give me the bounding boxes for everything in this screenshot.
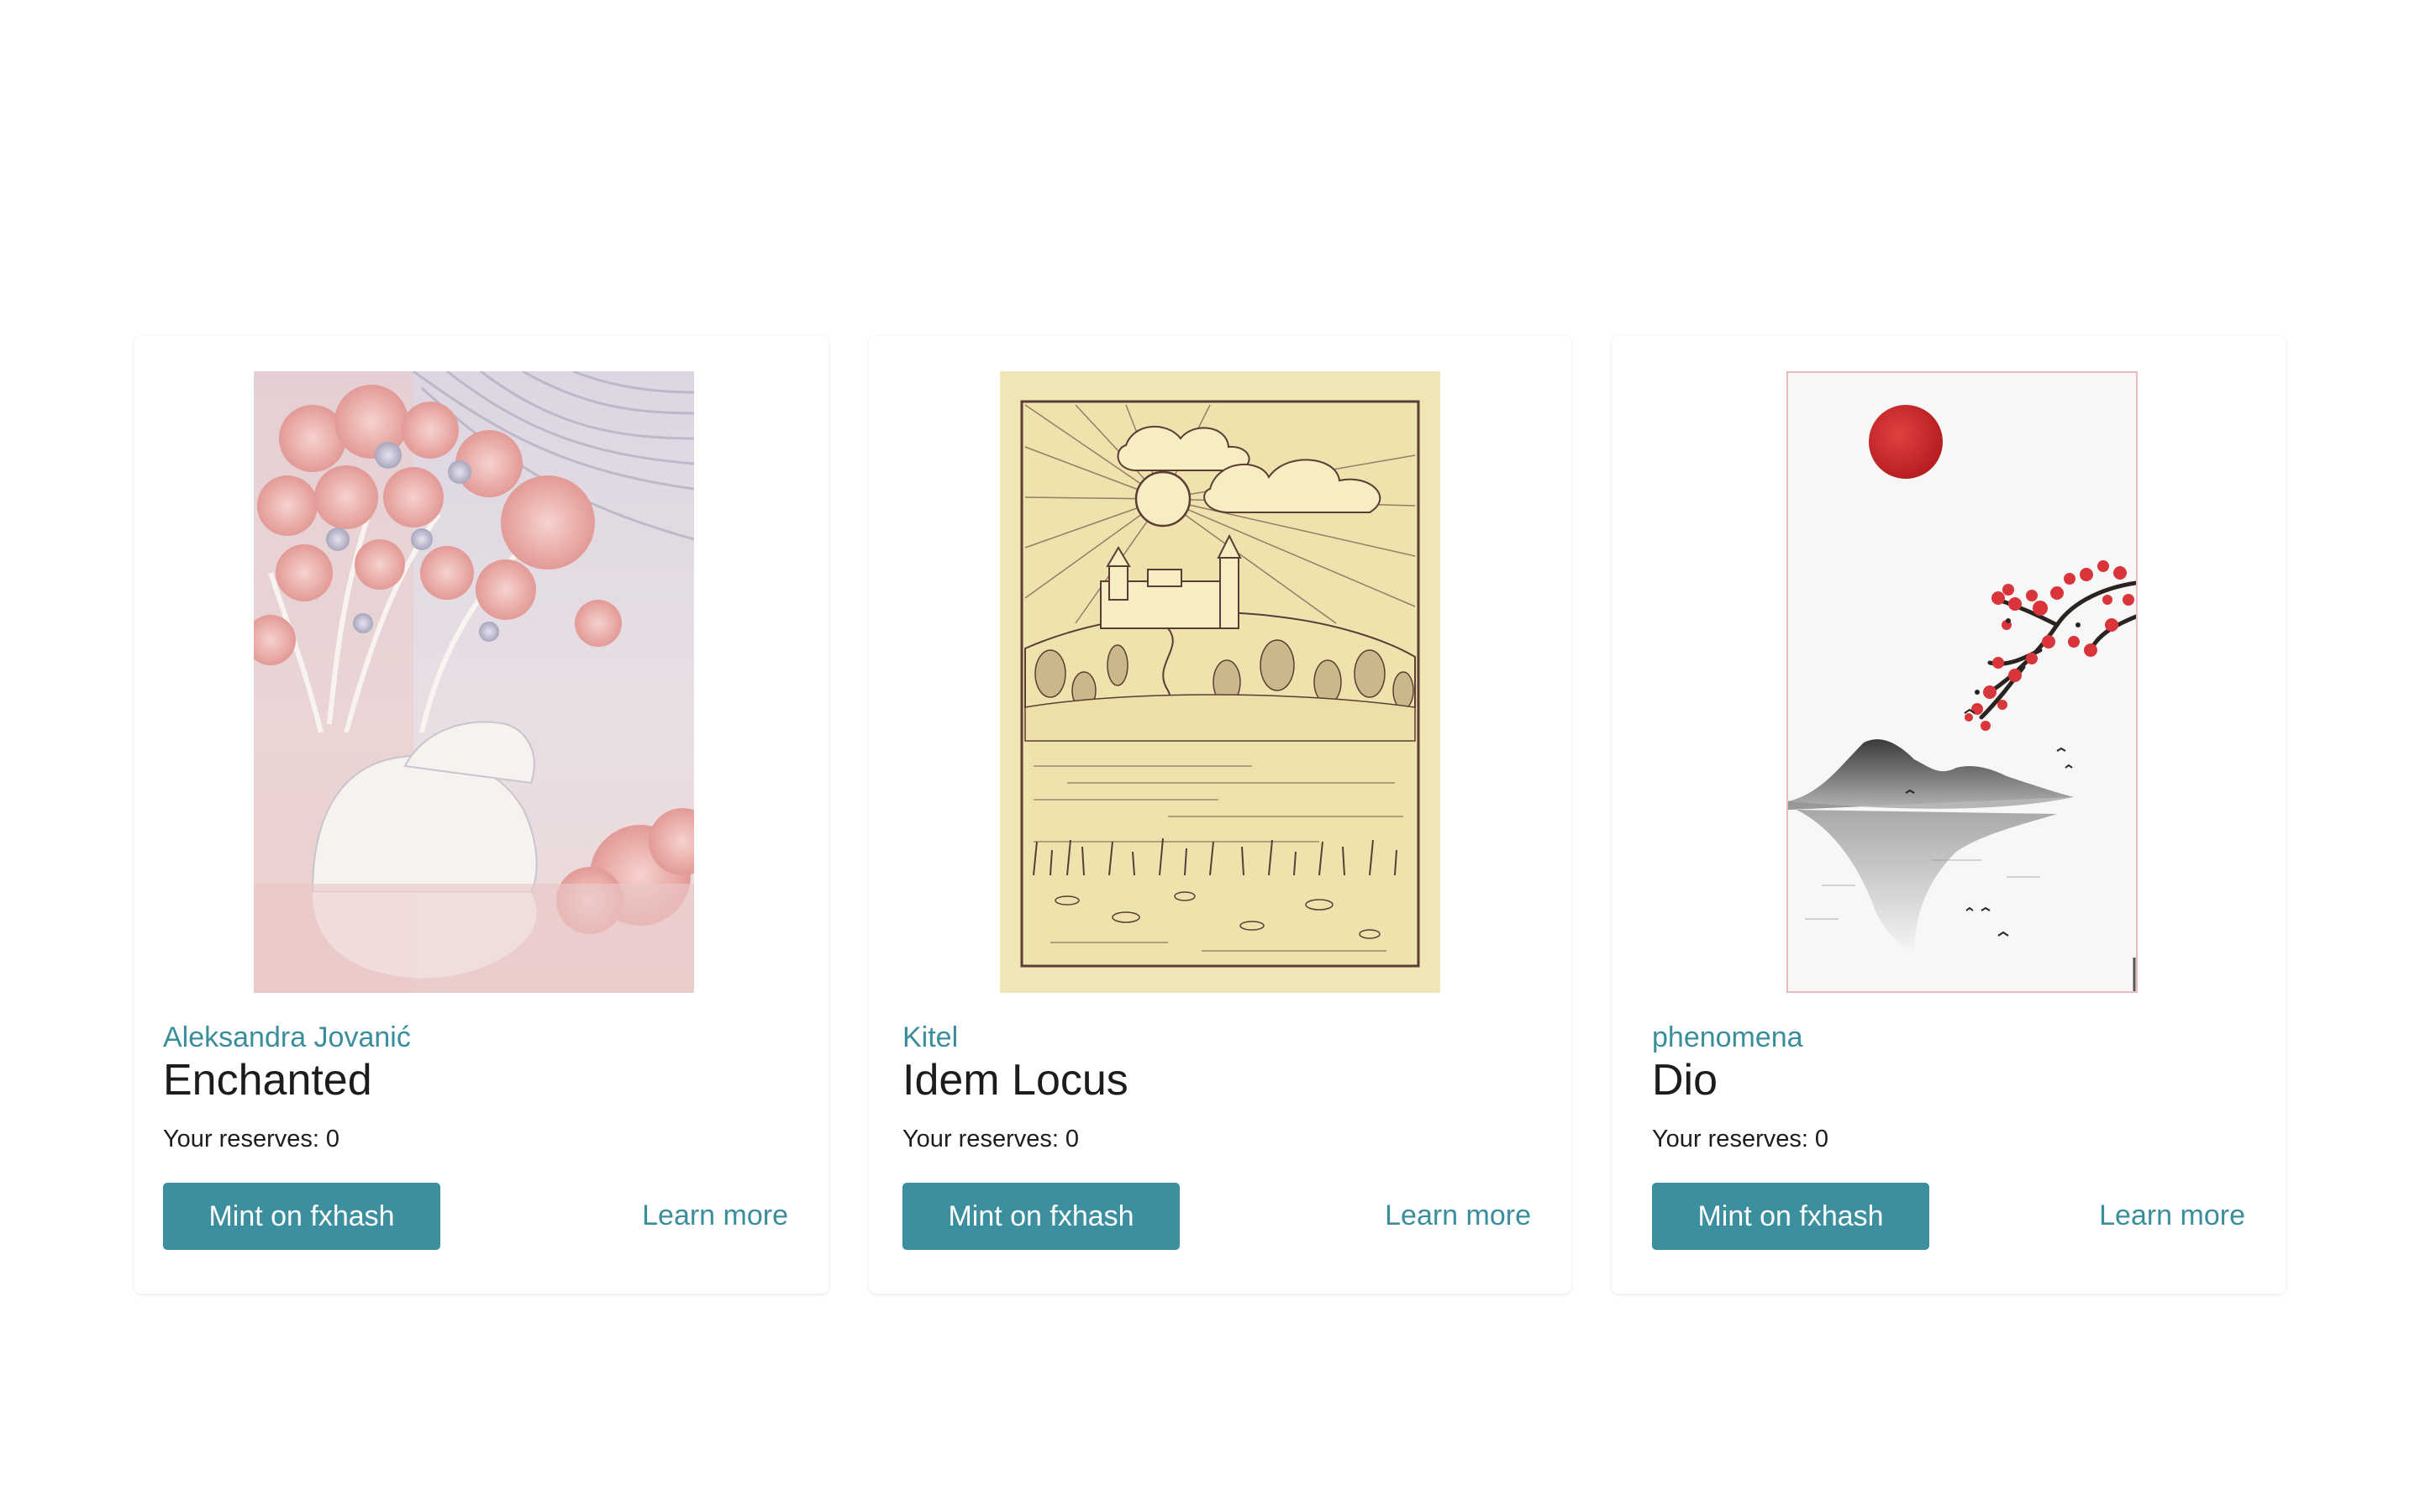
project-title: Idem Locus — [902, 1056, 1128, 1105]
learn-more-link[interactable]: Learn more — [642, 1200, 788, 1232]
idem-locus-artwork — [1000, 371, 1440, 993]
project-card: phenomena Dio Your reserves: 0 Mint on fx… — [1612, 336, 2286, 1294]
project-card: Kitel Idem Locus Your reserves: 0 Mint on… — [869, 336, 1571, 1294]
page: Aleksandra Jovanić Enchanted Your reserv… — [0, 0, 2420, 1512]
learn-more-link[interactable]: Learn more — [2099, 1200, 2245, 1232]
artist-name[interactable]: Kitel — [902, 1021, 958, 1054]
reserves-info: Your reserves: 0 — [1652, 1126, 1828, 1153]
reserves-info: Your reserves: 0 — [163, 1126, 339, 1153]
artwork-image[interactable] — [1786, 371, 2138, 993]
artwork-image[interactable] — [254, 371, 694, 993]
reserves-info: Your reserves: 0 — [902, 1126, 1079, 1153]
reserves-label: Your reserves: — [1652, 1126, 1808, 1152]
project-grid: Aleksandra Jovanić Enchanted Your reserv… — [134, 336, 2286, 1294]
artwork-image[interactable] — [1000, 371, 1440, 993]
artist-name[interactable]: phenomena — [1652, 1021, 1803, 1054]
reserves-value: 0 — [325, 1126, 340, 1152]
mint-on-fxhash-button[interactable]: Mint on fxhash — [1652, 1183, 1929, 1250]
learn-more-link[interactable]: Learn more — [1385, 1200, 1531, 1232]
mint-on-fxhash-button[interactable]: Mint on fxhash — [163, 1183, 440, 1250]
mint-on-fxhash-button[interactable]: Mint on fxhash — [902, 1183, 1180, 1250]
dio-artwork — [1788, 373, 2136, 991]
enchanted-artwork — [254, 371, 694, 993]
reserves-value: 0 — [1814, 1126, 1829, 1152]
project-title: Enchanted — [163, 1056, 372, 1105]
reserves-label: Your reserves: — [902, 1126, 1059, 1152]
project-card: Aleksandra Jovanić Enchanted Your reserv… — [134, 336, 829, 1294]
artist-name[interactable]: Aleksandra Jovanić — [163, 1021, 411, 1054]
reserves-label: Your reserves: — [163, 1126, 319, 1152]
project-title: Dio — [1652, 1056, 1718, 1105]
reserves-value: 0 — [1065, 1126, 1080, 1152]
